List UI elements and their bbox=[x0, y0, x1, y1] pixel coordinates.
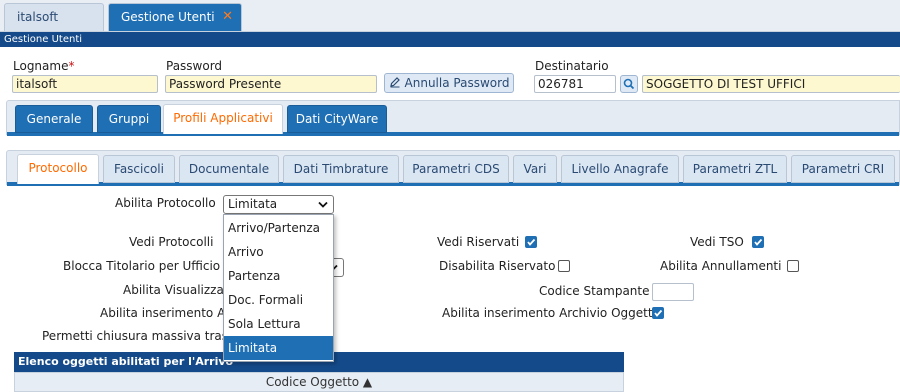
permetti-chiusura-label: Permetti chiusura massiva trasn bbox=[42, 329, 223, 343]
codice-stampante-label: Codice Stampante bbox=[539, 284, 650, 298]
destinatario-label: Destinatario bbox=[535, 59, 609, 73]
pencil-icon bbox=[389, 77, 400, 88]
vedi-riservati-checkbox[interactable] bbox=[525, 236, 537, 248]
password-field[interactable]: Password Presente bbox=[165, 75, 377, 93]
tab-vari[interactable]: Vari bbox=[513, 155, 557, 183]
abilita-protocollo-select[interactable]: Limitata bbox=[223, 195, 334, 214]
codice-stampante-field[interactable] bbox=[652, 283, 694, 301]
vedi-riservati-label: Vedi Riservati bbox=[437, 235, 520, 249]
check-icon bbox=[754, 238, 763, 246]
blocca-titolario-label: Blocca Titolario per Ufficio bbox=[63, 259, 221, 273]
vedi-tso-checkbox[interactable] bbox=[752, 236, 764, 248]
chevron-down-icon bbox=[318, 201, 328, 208]
tab-profili-applicativi[interactable]: Profili Applicativi bbox=[163, 104, 283, 134]
vedi-tso-label: Vedi TSO bbox=[690, 235, 744, 249]
abilita-inserimento-label: Abilita inserimento Ar bbox=[100, 306, 223, 320]
disabilita-riservato-label: Disabilita Riservato bbox=[439, 259, 556, 273]
abilita-archivio-label: Abilita inserimento Archivio Oggetti bbox=[442, 306, 656, 320]
option-sola-lettura[interactable]: Sola Lettura bbox=[224, 312, 333, 336]
option-partenza[interactable]: Partenza bbox=[224, 264, 333, 288]
close-icon[interactable]: ✕ bbox=[222, 4, 233, 30]
tab-gestione-utenti-label: Gestione Utenti bbox=[121, 10, 215, 24]
logname-field[interactable]: italsoft bbox=[12, 75, 158, 93]
abilita-annullamenti-label: Abilita Annullamenti bbox=[660, 259, 782, 273]
tab-protocollo[interactable]: Protocollo bbox=[17, 154, 99, 184]
main-tab-bar: Generale Gruppi Profili Applicativi Dati… bbox=[6, 100, 900, 136]
tab-fascicoli[interactable]: Fascicoli bbox=[103, 155, 175, 183]
destinatario-code-field[interactable]: 026781 bbox=[534, 75, 616, 93]
sub-tab-bar: Protocollo Fascicoli Documentale Dati Ti… bbox=[6, 150, 900, 186]
tab-generale[interactable]: Generale bbox=[15, 105, 93, 133]
tab-gestione-utenti[interactable]: Gestione Utenti ✕ bbox=[108, 3, 242, 31]
check-icon bbox=[527, 238, 536, 246]
option-arrivo-partenza[interactable]: Arrivo/Partenza bbox=[224, 216, 333, 240]
destinatario-name-field: SOGGETTO DI TEST UFFICI bbox=[642, 75, 900, 93]
top-tab-bar: italsoft Home Gestione Utenti ✕ bbox=[0, 0, 900, 50]
tab-documentale[interactable]: Documentale bbox=[179, 155, 279, 183]
abilita-protocollo-dropdown: Arrivo/Partenza Arrivo Partenza Doc. For… bbox=[223, 214, 334, 362]
abilita-annullamenti-checkbox[interactable] bbox=[787, 260, 799, 272]
abilita-protocollo-label: Abilita Protocollo bbox=[115, 196, 216, 210]
search-icon bbox=[623, 78, 635, 90]
annulla-password-label: Annulla Password bbox=[404, 76, 510, 90]
tab-parametri-ztl[interactable]: Parametri ZTL bbox=[683, 155, 787, 183]
page-title: Gestione Utenti bbox=[0, 32, 900, 47]
tab-livello-anagrafe[interactable]: Livello Anagrafe bbox=[561, 155, 679, 183]
check-icon bbox=[654, 309, 663, 317]
disabilita-riservato-checkbox[interactable] bbox=[558, 260, 570, 272]
abilita-protocollo-value: Limitata bbox=[228, 197, 278, 211]
tab-parametri-cds[interactable]: Parametri CDS bbox=[403, 155, 509, 183]
vedi-protocolli-label: Vedi Protocolli bbox=[129, 235, 214, 249]
destinatario-search-button[interactable] bbox=[620, 75, 638, 93]
abilita-visualizza-label: Abilita Visualizza C bbox=[123, 283, 223, 297]
tab-gruppi[interactable]: Gruppi bbox=[97, 105, 161, 133]
grid-column-codice-oggetto[interactable]: Codice Oggetto ▲ bbox=[14, 372, 624, 392]
tab-parametri-cri[interactable]: Parametri CRI bbox=[791, 155, 895, 183]
logname-label: Logname* bbox=[13, 59, 75, 73]
password-label: Password bbox=[166, 59, 223, 73]
option-doc-formali[interactable]: Doc. Formali bbox=[224, 288, 333, 312]
option-arrivo[interactable]: Arrivo bbox=[224, 240, 333, 264]
abilita-archivio-checkbox[interactable] bbox=[652, 307, 664, 319]
annulla-password-button[interactable]: Annulla Password bbox=[384, 73, 514, 93]
tab-dati-timbrature[interactable]: Dati Timbrature bbox=[283, 155, 399, 183]
tab-italsoft-home[interactable]: italsoft Home bbox=[4, 3, 104, 50]
tab-dati-cityware[interactable]: Dati CityWare bbox=[287, 105, 387, 133]
option-limitata[interactable]: Limitata bbox=[224, 336, 333, 360]
